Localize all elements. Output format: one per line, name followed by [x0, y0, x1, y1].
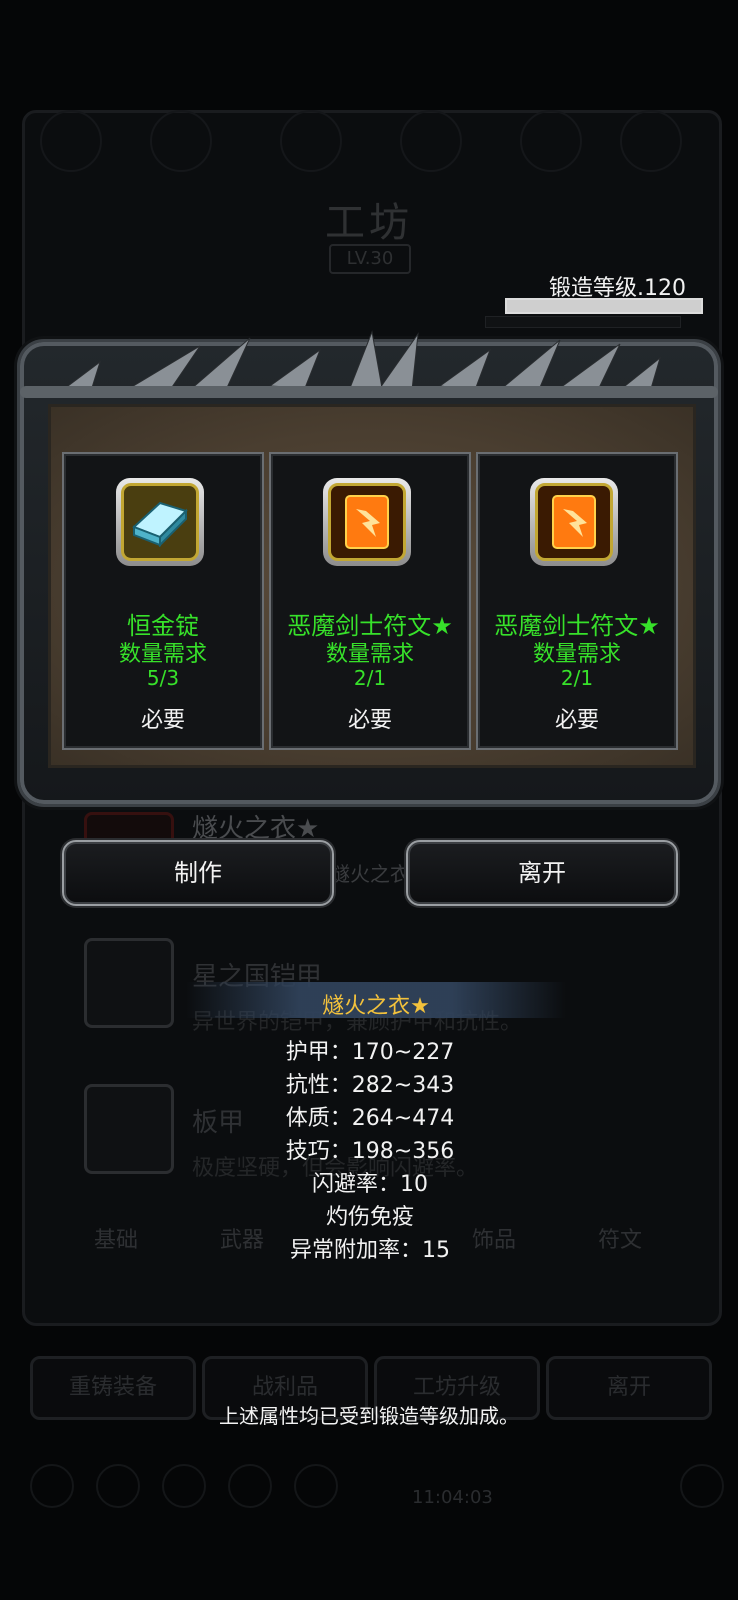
material-card-rune[interactable]: 恶魔剑士符文★ 数量需求 2/1 必要 — [269, 452, 471, 750]
material-status: 必要 — [347, 708, 392, 733]
equipment-slot — [40, 110, 102, 172]
bonus-footnote: 上述属性均已受到锻造等级加成。 — [219, 1404, 519, 1428]
status-icon — [30, 1464, 74, 1508]
material-requirement-label: 数量需求 — [325, 642, 414, 667]
stat-status-chance: 异常附加率：15 — [290, 1238, 450, 1263]
status-icon — [680, 1464, 724, 1508]
rune-icon — [328, 483, 406, 561]
stat-resistance: 抗性：282~343 — [285, 1073, 455, 1098]
forge-level-progress-bar — [505, 298, 703, 314]
material-count: 5/3 — [146, 666, 180, 690]
material-icon-frame — [116, 478, 204, 566]
status-icon — [96, 1464, 140, 1508]
stat-burn-immunity: 灼伤免疫 — [325, 1205, 414, 1230]
game-clock: 11:04:03 — [412, 1487, 493, 1508]
tooltip-title: 燧火之衣★ — [322, 994, 430, 1019]
forge-level-progress-fill — [507, 300, 701, 312]
material-requirement-label: 数量需求 — [118, 642, 207, 667]
status-icon — [294, 1464, 338, 1508]
material-card-ingot[interactable]: 恒金锭 数量需求 5/3 必要 — [62, 452, 264, 750]
material-count: 2/1 — [353, 666, 387, 690]
material-status: 必要 — [554, 708, 599, 733]
rune-icon — [535, 483, 613, 561]
equipment-slot — [620, 110, 682, 172]
ingot-icon — [121, 483, 199, 561]
material-requirement-label: 数量需求 — [532, 642, 621, 667]
material-status: 必要 — [140, 708, 185, 733]
tab-basic: 基础 — [94, 1228, 139, 1253]
forge-exp-bar — [485, 316, 681, 328]
workshop-title: 工坊 — [325, 200, 413, 246]
workshop-level: LV.30 — [329, 244, 411, 274]
armor-item-icon — [84, 938, 174, 1028]
material-card-rune[interactable]: 恶魔剑士符文★ 数量需求 2/1 必要 — [476, 452, 678, 750]
stat-skill: 技巧：198~356 — [285, 1139, 455, 1164]
equipment-slot — [150, 110, 212, 172]
stat-armor: 护甲：170~227 — [285, 1040, 455, 1065]
craft-button[interactable]: 制作 — [62, 840, 334, 906]
material-icon-frame — [530, 478, 618, 566]
material-icon-frame — [323, 478, 411, 566]
list-item-desc: 燧火之衣 — [330, 862, 410, 886]
stat-evasion: 闪避率：10 — [312, 1172, 428, 1197]
tab-rune: 符文 — [598, 1228, 643, 1253]
stat-constitution: 体质：264~474 — [285, 1106, 455, 1131]
leave-button[interactable]: 离开 — [406, 840, 678, 906]
status-icon — [162, 1464, 206, 1508]
equipment-slot — [520, 110, 582, 172]
equipment-slot — [400, 110, 462, 172]
equipment-slot — [280, 110, 342, 172]
material-count: 2/1 — [560, 666, 594, 690]
status-icon — [228, 1464, 272, 1508]
